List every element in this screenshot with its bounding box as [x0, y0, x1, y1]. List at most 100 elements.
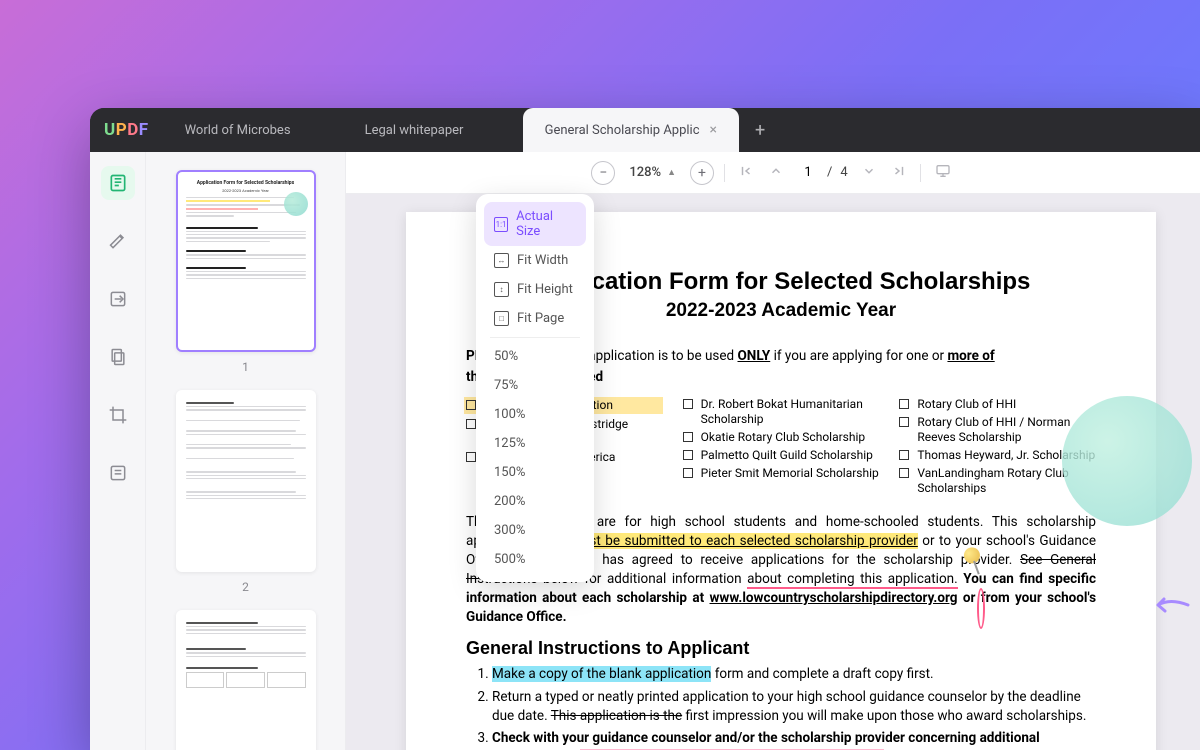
thumbnails-tool[interactable]: [101, 166, 135, 200]
zoom-fit-height[interactable]: ↕Fit Height: [484, 275, 586, 304]
actual-size-icon: 1:1: [494, 217, 508, 232]
checkbox-icon: [683, 399, 693, 409]
zoom-50[interactable]: 50%: [484, 342, 586, 371]
menu-label: 100%: [494, 407, 525, 422]
menu-label: Fit Height: [517, 282, 573, 297]
crop-tool[interactable]: [101, 398, 135, 432]
edit-text-tool[interactable]: [101, 282, 135, 316]
zoom-300[interactable]: 300%: [484, 516, 586, 545]
highlighter-tool[interactable]: [101, 224, 135, 258]
scholarship-item: Rotary Club of HHI: [899, 397, 1096, 412]
text: Pieter Smit Memorial Scholarship: [701, 466, 879, 481]
zoom-value: 128%: [629, 165, 661, 180]
text: Okatie Rotary Club Scholarship: [701, 430, 865, 445]
add-tab-button[interactable]: +: [739, 108, 781, 152]
zoom-in-button[interactable]: +: [690, 161, 714, 185]
zoom-150[interactable]: 150%: [484, 458, 586, 487]
zoom-200[interactable]: 200%: [484, 487, 586, 516]
thumbnail-label: 2: [158, 580, 333, 594]
app-logo: UPDF: [100, 108, 163, 152]
page-current-input[interactable]: [797, 165, 819, 180]
menu-label: 200%: [494, 494, 525, 509]
text: or: [958, 590, 981, 606]
text: Palmetto Quilt Guild Scholarship: [701, 448, 873, 463]
separator: [724, 164, 725, 182]
text: form and complete a draft copy first.: [711, 666, 933, 682]
tab-label: Legal whitepaper: [365, 123, 464, 138]
fit-width-icon: ↔: [494, 253, 509, 268]
form-tool[interactable]: [101, 456, 135, 490]
thumbnail-label: 1: [158, 360, 333, 374]
zoom-level-dropdown[interactable]: 128% ▲: [623, 165, 682, 180]
text: the school has agreed to receive applica…: [520, 552, 1020, 568]
text: if you are applying for one or: [770, 348, 947, 364]
scholarship-item: Pieter Smit Memorial Scholarship: [683, 466, 880, 481]
list-item: Return a typed or neatly printed applica…: [492, 688, 1096, 726]
next-page-button[interactable]: [858, 164, 880, 182]
checkbox-icon: [899, 399, 909, 409]
zoom-100[interactable]: 100%: [484, 400, 586, 429]
text: Rotary Club of HHI: [917, 397, 1016, 412]
tab-label: World of Microbes: [185, 123, 291, 138]
menu-label: Fit Width: [517, 253, 568, 268]
checkbox-icon: [683, 432, 693, 442]
annotation-arrow-icon[interactable]: [1150, 592, 1190, 618]
text: more of: [947, 348, 994, 364]
list-item: Make a copy of the blank application for…: [492, 665, 1096, 684]
tab-legal-whitepaper[interactable]: Legal whitepaper: [343, 108, 523, 152]
left-tool-rail: [90, 152, 146, 750]
page-total: 4: [840, 165, 847, 180]
tab-world-of-microbes[interactable]: World of Microbes: [163, 108, 343, 152]
scholarship-item: Okatie Rotary Club Scholarship: [683, 430, 880, 445]
zoom-dropdown-menu: 1:1Actual Size ↔Fit Width ↕Fit Height □F…: [476, 194, 594, 582]
annotation-circle-shape[interactable]: [1062, 396, 1192, 526]
logo-letter: D: [127, 120, 139, 140]
highlight-annotation[interactable]: Make a copy of the blank application: [492, 666, 711, 682]
close-icon[interactable]: ×: [710, 122, 717, 138]
tab-bar: UPDF World of Microbes Legal whitepaper …: [90, 108, 1200, 152]
document-toolbar: − 128% ▲ +: [346, 152, 1200, 194]
page-indicator: / 4: [797, 165, 848, 180]
zoom-500[interactable]: 500%: [484, 545, 586, 574]
highlight-annotation[interactable]: must be submitted to each selected schol…: [570, 533, 918, 549]
tab-label: General Scholarship Applic: [545, 123, 700, 138]
caret-up-icon: ▲: [667, 167, 676, 178]
zoom-fit-width[interactable]: ↔ Fit Width: [484, 246, 586, 275]
checkbox-icon: [683, 450, 693, 460]
document-area: − 128% ▲ +: [346, 152, 1200, 750]
first-page-button[interactable]: [735, 164, 757, 182]
text: ONLY: [738, 348, 771, 364]
separator: [920, 164, 921, 182]
zoom-fit-page[interactable]: □Fit Page: [484, 304, 586, 333]
zoom-actual-size[interactable]: 1:1Actual Size: [484, 202, 586, 246]
page-thumbnail-3[interactable]: [176, 610, 316, 750]
logo-letter: U: [104, 120, 116, 140]
logo-letter: P: [116, 120, 127, 140]
tab-general-scholarship[interactable]: General Scholarship Applic ×: [523, 108, 739, 152]
link-text: www.lowcountryscholarshipdirectory.org: [710, 590, 958, 606]
scholarship-item: Dr. Robert Bokat Humanitarian Scholarshi…: [683, 397, 880, 427]
zoom-125[interactable]: 125%: [484, 429, 586, 458]
checkbox-icon: [899, 450, 909, 460]
page-thumbnail-1[interactable]: Application Form for Selected Scholarshi…: [176, 170, 316, 352]
text: Dr. Robert Bokat Humanitarian Scholarshi…: [701, 397, 880, 427]
instruction-list: Make a copy of the blank application for…: [466, 665, 1096, 750]
zoom-out-button[interactable]: −: [591, 161, 615, 185]
prev-page-button[interactable]: [765, 164, 787, 182]
checkbox-icon: [899, 468, 909, 478]
checkbox-icon: [466, 452, 476, 462]
presentation-button[interactable]: [931, 163, 955, 183]
strikethrough-annotation[interactable]: This application is the: [551, 708, 682, 724]
page-thumbnail-2[interactable]: [176, 390, 316, 572]
zoom-75[interactable]: 75%: [484, 371, 586, 400]
checkbox-icon: [466, 419, 476, 429]
app-window: UPDF World of Microbes Legal whitepaper …: [90, 108, 1200, 750]
menu-label: 50%: [494, 349, 518, 364]
pages-tool[interactable]: [101, 340, 135, 374]
section-heading: General Instructions to Applicant: [466, 638, 1096, 659]
fit-page-icon: □: [494, 311, 509, 326]
last-page-button[interactable]: [888, 164, 910, 182]
squiggly-annotation[interactable]: about completing this application.: [747, 571, 958, 589]
text: Check with your guidance counselor and/o…: [492, 730, 1040, 750]
checkbox-icon: [683, 468, 693, 478]
